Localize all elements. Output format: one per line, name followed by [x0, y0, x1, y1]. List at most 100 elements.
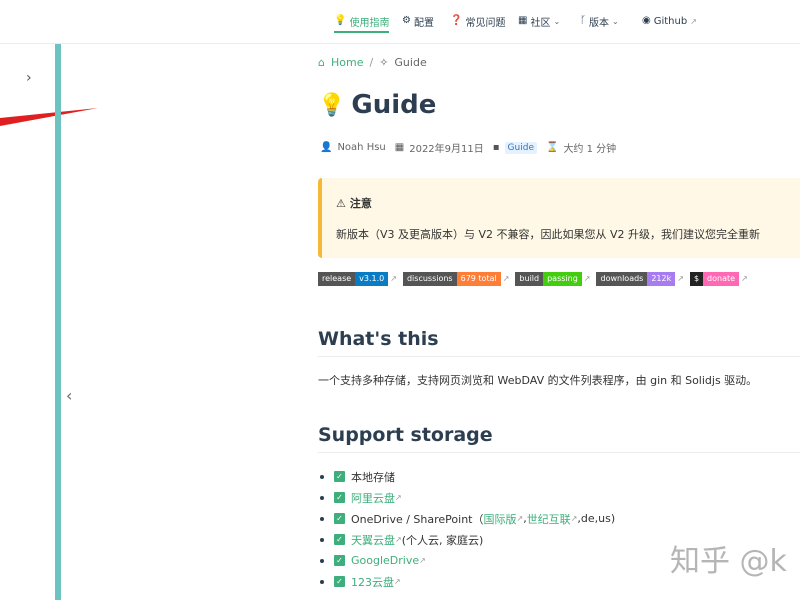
- nav-guide-label: 使用指南: [349, 17, 390, 29]
- author-icon: 👤: [320, 142, 333, 153]
- badge-label: build: [515, 272, 544, 286]
- external-link-icon: ↗: [395, 493, 402, 502]
- nav-guide[interactable]: 💡 使用指南: [334, 11, 390, 33]
- home-icon: ⌂: [318, 56, 325, 69]
- storage-link[interactable]: 阿里云盘: [351, 490, 395, 506]
- checkbox-icon: ✓: [334, 534, 345, 545]
- main-content: ⌂ Home / ✧ Guide 💡 Guide 👤 Noah Hsu ▦ 20…: [318, 44, 800, 600]
- heading-whats-this: What's this: [318, 328, 439, 350]
- nav-community[interactable]: ▦ 社区 ⌄: [518, 11, 560, 31]
- top-navbar: 💡 使用指南 ⚙ 配置 ❓ 常见问题 ▦ 社区 ⌄ ᚴ 版本 ⌄ ◉ Githu…: [0, 0, 800, 44]
- badge-row: release v3.1.0 ↗ discussions 679 total ↗…: [318, 272, 748, 286]
- community-icon: ▦: [518, 15, 528, 26]
- list-item: ✓ OneDrive / SharePoint（ 国际版 ↗ , 世纪互联 ↗ …: [318, 508, 615, 529]
- external-link-icon: ↗: [570, 514, 578, 523]
- bullet: [320, 516, 324, 521]
- checkbox-icon: ✓: [334, 471, 345, 482]
- red-arrow-annotation: [0, 108, 98, 126]
- lightbulb-icon: 💡: [318, 92, 346, 118]
- badge-value: passing: [543, 272, 582, 286]
- chevron-right-icon[interactable]: ›: [26, 70, 32, 86]
- badge-donate[interactable]: $ donate ↗: [689, 272, 748, 286]
- sidebar-toggle-icon[interactable]: ‹: [66, 386, 72, 405]
- badge-release[interactable]: release v3.1.0 ↗: [318, 272, 397, 286]
- list-item: ✓ GoogleDrive ↗: [318, 550, 615, 571]
- nav-github[interactable]: ◉ Github ↗: [642, 11, 697, 31]
- checkbox-icon: ✓: [334, 576, 345, 587]
- nav-faq[interactable]: ❓ 常见问题: [450, 11, 505, 31]
- storage-link[interactable]: 世纪互联: [527, 511, 571, 527]
- whats-this-text: 一个支持多种存储，支持网页浏览和 WebDAV 的文件列表程序，由 gin 和 …: [318, 374, 758, 387]
- storage-name: OneDrive / SharePoint（: [351, 512, 484, 526]
- badge-label: discussions: [402, 272, 457, 286]
- badge-label: $: [689, 272, 704, 286]
- author[interactable]: Noah Hsu: [337, 142, 385, 153]
- nav-version-label: 版本: [589, 17, 609, 29]
- storage-link[interactable]: 国际版: [483, 511, 516, 527]
- storage-link[interactable]: GoogleDrive: [351, 554, 419, 567]
- breadcrumb: ⌂ Home / ✧ Guide: [318, 56, 427, 69]
- external-link-icon: ↗: [395, 535, 402, 544]
- external-link-icon: ↗: [419, 556, 426, 565]
- badge-label: release: [318, 272, 356, 286]
- storage-note: ,de,us): [577, 512, 616, 525]
- external-link-icon: ↗: [583, 274, 591, 283]
- warning-icon: ⚠: [336, 196, 346, 210]
- question-icon: ❓: [450, 15, 463, 26]
- checkbox-icon: ✓: [334, 513, 345, 524]
- calendar-icon: ▦: [394, 142, 405, 153]
- list-item: ✓ 天翼云盘 ↗ (个人云, 家庭云): [318, 529, 615, 550]
- external-link-icon: ↗: [502, 274, 510, 283]
- list-item: ✓ 123云盘 ↗: [318, 571, 615, 592]
- badge-label: downloads: [596, 272, 648, 286]
- warning-title: ⚠ 注意: [336, 195, 372, 211]
- list-item: ✓ 阿里云盘 ↗: [318, 487, 615, 508]
- badge-value: 679 total: [456, 272, 501, 286]
- branch-icon: ᚴ: [580, 15, 586, 26]
- checkbox-icon: ✓: [334, 492, 345, 503]
- bullet: [320, 495, 324, 500]
- heading-divider: [318, 452, 800, 453]
- nav-github-label: Github: [653, 15, 688, 27]
- breadcrumb-current: Guide: [394, 56, 427, 69]
- breadcrumb-home[interactable]: Home: [331, 56, 363, 69]
- bullet: [320, 558, 324, 563]
- nav-config-label: 配置: [413, 17, 434, 29]
- category-icon: ▪: [492, 142, 500, 153]
- page-title: 💡 Guide: [318, 90, 436, 120]
- hourglass-icon: ⌛: [545, 142, 559, 153]
- watermark: 知乎 @k: [670, 544, 787, 579]
- external-link-icon: ↗: [677, 274, 684, 283]
- external-link-icon: ↗: [394, 577, 401, 586]
- chevron-down-icon: ⌄: [553, 16, 561, 26]
- bullet: [320, 579, 324, 584]
- badge-value: v3.1.0: [355, 272, 389, 286]
- nav-config[interactable]: ⚙ 配置: [402, 11, 434, 31]
- nav-version[interactable]: ᚴ 版本 ⌄: [580, 11, 619, 31]
- checkbox-icon: ✓: [334, 555, 345, 566]
- badge-discussions[interactable]: discussions 679 total ↗: [402, 272, 510, 286]
- bullet: [320, 537, 324, 542]
- list-item: ✓ 本地存储: [318, 466, 615, 487]
- category-tag[interactable]: Guide: [504, 141, 537, 154]
- page-title-text: Guide: [351, 90, 437, 120]
- warning-title-text: 注意: [349, 197, 372, 210]
- warning-text: 新版本（V3 及更高版本）与 V2 不兼容，因此如果您从 V2 升级，我们建议您…: [336, 228, 761, 241]
- badge-build[interactable]: build passing ↗: [515, 272, 590, 286]
- storage-link[interactable]: 123云盘: [351, 574, 394, 590]
- page-meta: 👤 Noah Hsu ▦ 2022年9月11日 ▪ Guide ⌛ 大约 1 分…: [320, 140, 616, 155]
- warning-block: ⚠ 注意 新版本（V3 及更高版本）与 V2 不兼容，因此如果您从 V2 升级，…: [318, 178, 800, 258]
- chevron-down-icon: ⌄: [612, 16, 619, 26]
- sidebar-edge: [55, 44, 61, 600]
- nav-community-label: 社区: [530, 17, 551, 29]
- external-link-icon: ↗: [690, 16, 697, 26]
- heading-support-storage: Support storage: [318, 424, 493, 446]
- storage-list: ✓ 本地存储 ✓ 阿里云盘 ↗ ✓ OneDrive / SharePoint（…: [318, 466, 615, 592]
- storage-link[interactable]: 天翼云盘: [351, 532, 395, 548]
- storage-note: (个人云, 家庭云): [401, 533, 484, 547]
- badge-downloads[interactable]: downloads 212k ↗: [596, 272, 684, 286]
- bullet: [320, 474, 324, 479]
- storage-name: 本地存储: [351, 470, 395, 484]
- heading-divider: [318, 356, 800, 357]
- reading-time: 大约 1 分钟: [563, 144, 617, 155]
